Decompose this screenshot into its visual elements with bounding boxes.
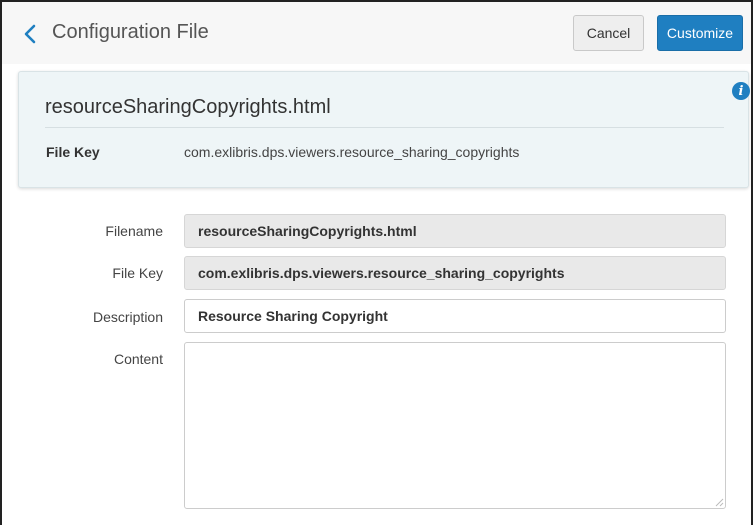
content-label: Content [113, 351, 163, 367]
filename-label: Filename [105, 223, 163, 239]
cancel-button[interactable]: Cancel [573, 15, 644, 51]
content-textarea[interactable] [184, 342, 726, 509]
info-icon[interactable]: i [732, 82, 750, 100]
card-divider [45, 127, 724, 128]
page-header: Configuration File Cancel Customize [2, 2, 751, 64]
page-title: Configuration File [52, 21, 209, 43]
back-button[interactable] [20, 20, 40, 48]
description-label: Description [92, 309, 163, 325]
chevron-left-icon [24, 24, 36, 44]
card-file-key-label: File Key [46, 144, 100, 160]
file-key-label: File Key [112, 265, 163, 281]
filename-field: resourceSharingCopyrights.html [184, 214, 726, 248]
resize-grip-icon[interactable] [714, 497, 724, 507]
file-summary-card: resourceSharingCopyrights.html File Key … [18, 71, 749, 188]
customize-button[interactable]: Customize [657, 15, 743, 51]
file-key-field: com.exlibris.dps.viewers.resource_sharin… [184, 256, 726, 290]
description-input[interactable]: Resource Sharing Copyright [184, 299, 726, 333]
card-title: resourceSharingCopyrights.html [45, 96, 331, 118]
card-file-key-value: com.exlibris.dps.viewers.resource_sharin… [184, 144, 520, 160]
